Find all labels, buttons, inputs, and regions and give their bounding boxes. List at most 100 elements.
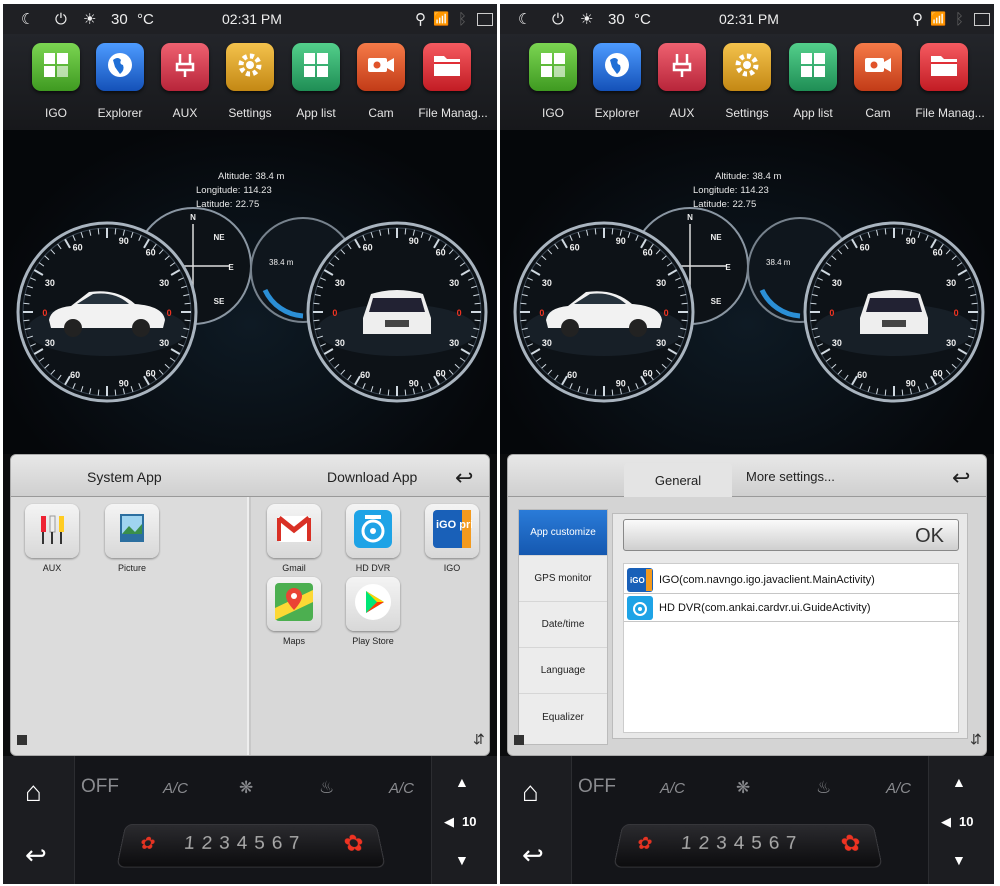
- aux-app-icon[interactable]: [25, 504, 79, 558]
- climate-dock: ⌂ ↩ OFF A/C ❋ ♨ A/C ✿ 1234567 ✿ ▲ ◀ 10 ▼: [3, 756, 497, 884]
- tab-more-settings[interactable]: More settings...: [746, 469, 835, 484]
- gauge-tick: [474, 319, 481, 322]
- defrost-icon[interactable]: ♨: [816, 778, 831, 798]
- maps-icon: [274, 582, 314, 627]
- app-label: File Manag...: [418, 106, 488, 120]
- igo-app-icon[interactable]: iGO primo: [425, 504, 489, 558]
- sidebar-item-date-time[interactable]: Date/time: [519, 602, 607, 648]
- gauge-tick-label: 0: [664, 308, 669, 318]
- brightness-icon[interactable]: ☀: [83, 10, 96, 28]
- app-label: Maps: [282, 636, 305, 646]
- night-mode-icon[interactable]: ☾: [518, 10, 531, 28]
- aux-app-button[interactable]: [161, 43, 209, 91]
- settings-app-button[interactable]: [226, 43, 274, 91]
- climate-off-button[interactable]: OFF: [81, 776, 119, 798]
- resize-icon[interactable]: ⇵: [970, 731, 982, 748]
- file-manager-button[interactable]: [423, 43, 471, 91]
- ac-button[interactable]: A/C: [660, 780, 685, 797]
- ac-max-button[interactable]: A/C: [389, 780, 414, 797]
- fan-low-icon[interactable]: ✿: [635, 834, 654, 854]
- app-label: IGO: [443, 563, 461, 573]
- hd-dvr-app-icon[interactable]: [346, 504, 400, 558]
- list-item[interactable]: HD DVR(com.ankai.cardvr.ui.GuideActivity…: [624, 594, 960, 622]
- altimeter-value: 38.4 m: [766, 258, 791, 267]
- home-icon[interactable]: ⌂: [25, 776, 42, 808]
- gauge-cluster: N NE E SE 38.4 m 60 90 60 30 0 30 60 90 60 30 0 30 60 90 60…: [513, 207, 985, 403]
- power-icon[interactable]: ⏻: [552, 10, 564, 28]
- igo-app-button[interactable]: [32, 43, 80, 91]
- airflow-icon[interactable]: ❋: [736, 778, 750, 798]
- home-icon[interactable]: ⌂: [522, 776, 539, 808]
- resize-icon[interactable]: ⇵: [473, 731, 485, 748]
- tab-general[interactable]: General: [624, 463, 732, 498]
- fan-low-icon[interactable]: ✿: [138, 834, 157, 854]
- back-arrow-icon[interactable]: ↩: [952, 465, 970, 491]
- back-icon[interactable]: ↩: [522, 840, 544, 871]
- back-arrow-icon[interactable]: ↩: [455, 465, 473, 491]
- gauge-tick: [681, 319, 688, 322]
- maps-app-icon[interactable]: [267, 577, 321, 631]
- picture-app-icon[interactable]: [105, 504, 159, 558]
- app-label: File Manag...: [915, 106, 985, 120]
- file-manager-button[interactable]: [920, 43, 968, 91]
- settings-app-button[interactable]: [723, 43, 771, 91]
- volume-up-icon[interactable]: ▲: [952, 774, 966, 790]
- cam-app-button[interactable]: [357, 43, 405, 91]
- back-icon[interactable]: ↩: [25, 840, 47, 871]
- fan-high-icon[interactable]: ✿: [342, 830, 367, 857]
- explorer-app-button[interactable]: [593, 43, 641, 91]
- sidebar-item-gps-monitor[interactable]: GPS monitor: [519, 556, 607, 602]
- sidebar-item-app-customize[interactable]: App customize: [519, 510, 607, 556]
- volume-down-icon[interactable]: ▼: [455, 852, 469, 868]
- night-mode-icon[interactable]: ☾: [21, 10, 34, 28]
- gmail-app-icon[interactable]: [267, 504, 321, 558]
- volume-up-icon[interactable]: ▲: [455, 774, 469, 790]
- wifi-icon: 📶: [930, 11, 947, 26]
- app-list-button[interactable]: [292, 43, 340, 91]
- gauge-tick-label: 60: [567, 370, 577, 380]
- app-list-button[interactable]: [789, 43, 837, 91]
- cam-app-button[interactable]: [854, 43, 902, 91]
- sidebar-item-equalizer[interactable]: Equalizer: [519, 694, 607, 740]
- power-icon[interactable]: ⏻: [55, 10, 67, 28]
- igo-app-button[interactable]: [529, 43, 577, 91]
- defrost-icon[interactable]: ♨: [319, 778, 334, 798]
- dock-right-column: ▲ ◀ 10 ▼: [431, 756, 497, 884]
- aux-app-button[interactable]: [658, 43, 706, 91]
- climate-off-button[interactable]: OFF: [578, 776, 616, 798]
- play-store-app-icon[interactable]: [346, 577, 400, 631]
- gear-icon: [235, 50, 265, 85]
- gauge-tick: [594, 389, 597, 396]
- settings-sidebar: App customize GPS monitor Date/time Lang…: [518, 509, 608, 745]
- gauge-tick-label: 0: [954, 308, 959, 318]
- fan-high-icon[interactable]: ✿: [839, 830, 864, 857]
- gauge-tick-label: 60: [436, 248, 446, 258]
- car-windshield: [369, 298, 425, 312]
- globe-icon: [105, 50, 135, 85]
- gauge-tick-label: 60: [70, 370, 80, 380]
- brightness-icon[interactable]: ☀: [580, 10, 593, 28]
- airflow-icon[interactable]: ❋: [239, 778, 253, 798]
- explorer-app-button[interactable]: [96, 43, 144, 91]
- wifi-icon: 📶: [433, 11, 450, 26]
- ok-button[interactable]: OK: [623, 519, 959, 551]
- gauge-tick-label: 60: [643, 368, 653, 378]
- window-icon[interactable]: [477, 13, 493, 26]
- gauge-tick-label: 60: [436, 368, 446, 378]
- window-icon[interactable]: [974, 13, 990, 26]
- gauge-tick-label: 30: [449, 338, 459, 348]
- gauge-tick-label: 60: [360, 370, 370, 380]
- fan-speed-bar[interactable]: ✿ 1234567 ✿: [613, 823, 883, 868]
- fan-speed-bar[interactable]: ✿ 1234567 ✿: [116, 823, 386, 868]
- volume-level: 10: [959, 814, 974, 829]
- gauge-tick-label: 30: [832, 338, 842, 348]
- ac-max-button[interactable]: A/C: [886, 780, 911, 797]
- volume-down-icon[interactable]: ▼: [952, 852, 966, 868]
- ac-button[interactable]: A/C: [163, 780, 188, 797]
- sidebar-item-language[interactable]: Language: [519, 648, 607, 694]
- temperature-unit: °C: [137, 10, 154, 28]
- app-label: Explorer: [97, 106, 143, 120]
- app-label: AUX: [42, 563, 62, 573]
- list-item[interactable]: iGO IGO(com.navngo.igo.javaclient.MainAc…: [624, 566, 960, 594]
- gauge-tick: [404, 389, 407, 396]
